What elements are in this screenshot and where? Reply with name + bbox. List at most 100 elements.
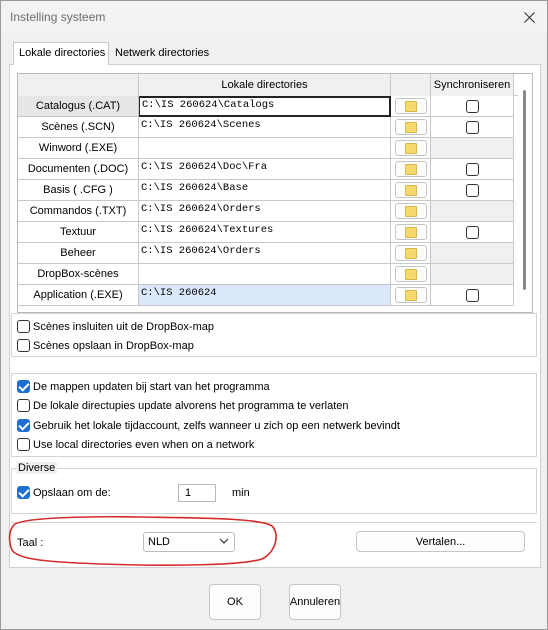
browse-folder-button[interactable]	[394, 266, 427, 282]
sync-checkbox[interactable]	[465, 225, 479, 239]
browse-folder-button[interactable]	[394, 140, 427, 156]
row-label[interactable]: Basis ( .CFG )	[18, 180, 139, 201]
sync-checkbox[interactable]	[465, 183, 479, 197]
ok-button[interactable]: OK	[209, 584, 261, 620]
row-path-input[interactable]: C:\IS 260624\Orders	[139, 243, 391, 264]
close-icon	[523, 11, 535, 23]
language-label: Taal :	[17, 537, 44, 549]
browse-folder-button[interactable]	[394, 224, 427, 240]
header-path-col: Lokale directories	[139, 74, 391, 96]
row-label[interactable]: Commandos (.TXT)	[18, 201, 139, 222]
grid-row: Beheer C:\IS 260624\Orders	[18, 243, 518, 264]
row-label[interactable]: Beheer	[18, 243, 139, 264]
row-path-input[interactable]: C:\IS 260624\Doc\Fra	[139, 159, 391, 180]
dropbox-save-checkbox[interactable]	[17, 339, 30, 352]
autosave-checkbox[interactable]	[17, 486, 30, 499]
update-on-start-label: De mappen updaten bij start van het prog…	[33, 380, 270, 393]
sync-checkbox[interactable]	[465, 162, 479, 176]
sync-cell-empty	[431, 138, 514, 159]
use-local-dirs-label: Use local directories even when on a net…	[33, 438, 255, 451]
grid-row: Textuur C:\IS 260624\Textures	[18, 222, 518, 243]
folder-icon	[404, 121, 417, 133]
update-on-exit-checkbox[interactable]	[17, 399, 30, 412]
browse-folder-button[interactable]	[394, 245, 427, 261]
folder-icon	[404, 184, 417, 196]
diverse-group-label: Diverse	[16, 462, 58, 474]
folder-icon	[404, 247, 417, 259]
folder-icon	[404, 205, 417, 217]
grid-scrollbar[interactable]	[518, 74, 532, 312]
row-label[interactable]: Winword (.EXE)	[18, 138, 139, 159]
sync-checkbox[interactable]	[465, 288, 479, 302]
dropbox-include-checkbox[interactable]	[17, 320, 30, 333]
browse-folder-button[interactable]	[394, 203, 427, 219]
row-path-input[interactable]	[139, 264, 391, 285]
grid-row: Basis ( .CFG ) C:\IS 260624\Base	[18, 180, 518, 201]
row-label[interactable]: Scènes (.SCN)	[18, 117, 139, 138]
scrollbar-thumb[interactable]	[523, 90, 526, 290]
grid-row: Catalogus (.CAT) C:\IS 260624\Catalogs	[18, 96, 518, 117]
sync-cell-empty	[431, 243, 514, 264]
local-time-account-checkbox[interactable]	[17, 419, 30, 432]
tab-netwerk-directories[interactable]: Netwerk directories	[109, 42, 223, 64]
row-path-input[interactable]: C:\IS 260624\Base	[139, 180, 391, 201]
sync-checkbox[interactable]	[465, 99, 479, 113]
header-sync-col: Synchroniseren	[431, 74, 514, 96]
row-label[interactable]: Documenten (.DOC)	[18, 159, 139, 180]
update-on-start-checkbox[interactable]	[17, 380, 30, 393]
folder-icon	[404, 163, 417, 175]
autosave-option[interactable]: Opslaan om de:	[17, 486, 111, 499]
sync-checkbox[interactable]	[465, 120, 479, 134]
browse-folder-button[interactable]	[394, 119, 427, 135]
translate-button[interactable]: Vertalen...	[356, 531, 525, 552]
update-on-exit-option[interactable]: De lokale directupies update alvorens he…	[17, 399, 349, 412]
folder-icon	[404, 268, 417, 280]
row-path-input[interactable]	[139, 138, 391, 159]
grid-row: Commandos (.TXT) C:\IS 260624\Orders	[18, 201, 518, 222]
cancel-button[interactable]: Annuleren	[289, 584, 341, 620]
sync-cell-empty	[431, 201, 514, 222]
row-label[interactable]: Catalogus (.CAT)	[18, 96, 139, 117]
use-local-dirs-option[interactable]: Use local directories even when on a net…	[17, 438, 254, 451]
row-path-input[interactable]: C:\IS 260624\Orders	[139, 201, 391, 222]
dropbox-save-option[interactable]: Scènes opslaan in DropBox-map	[17, 339, 194, 352]
language-select[interactable]: NLD	[143, 532, 235, 552]
grid-row: Scènes (.SCN) C:\IS 260624\Scenes	[18, 117, 518, 138]
window-title: Instelling systeem	[10, 10, 106, 24]
directory-grid: Lokale directories Synchroniseren Catalo…	[17, 73, 533, 313]
grid-row: DropBox-scènes	[18, 264, 518, 285]
row-label[interactable]: Textuur	[18, 222, 139, 243]
dropbox-include-option[interactable]: Scènes insluiten uit de DropBox-map	[17, 320, 214, 333]
grid-row: Documenten (.DOC) C:\IS 260624\Doc\Fra	[18, 159, 518, 180]
language-selected-value: NLD	[148, 536, 171, 548]
dropbox-include-label: Scènes insluiten uit de DropBox-map	[33, 320, 214, 333]
use-local-dirs-checkbox[interactable]	[17, 438, 30, 451]
close-button[interactable]	[515, 3, 543, 31]
autosave-minutes-input[interactable]: 1	[178, 484, 216, 502]
tab-lokale-directories[interactable]: Lokale directories	[13, 42, 109, 65]
header-label-col	[18, 74, 139, 96]
browse-folder-button[interactable]	[394, 98, 427, 114]
browse-folder-button[interactable]	[394, 287, 427, 303]
chevron-down-icon	[219, 536, 229, 549]
browse-folder-button[interactable]	[394, 161, 427, 177]
row-path-input[interactable]: C:\IS 260624\Catalogs	[139, 96, 391, 117]
browse-folder-button[interactable]	[394, 182, 427, 198]
row-label[interactable]: DropBox-scènes	[18, 264, 139, 285]
autosave-label: Opslaan om de:	[33, 486, 111, 499]
grid-header: Lokale directories Synchroniseren	[18, 74, 518, 96]
title-bar: Instelling systeem	[1, 1, 547, 33]
autosave-unit: min	[232, 487, 250, 499]
row-path-input[interactable]: C:\IS 260624\Scenes	[139, 117, 391, 138]
folder-icon	[404, 100, 417, 112]
folder-icon	[404, 142, 417, 154]
dropbox-save-label: Scènes opslaan in DropBox-map	[33, 339, 194, 352]
grid-row: Winword (.EXE)	[18, 138, 518, 159]
folder-icon	[404, 289, 417, 301]
header-folder-col	[391, 74, 431, 96]
local-time-account-option[interactable]: Gebruik het lokale tijdaccount, zelfs wa…	[17, 419, 400, 432]
row-path-input[interactable]: C:\IS 260624\Textures	[139, 222, 391, 243]
row-path-input[interactable]: C:\IS 260624	[139, 285, 391, 306]
update-on-start-option[interactable]: De mappen updaten bij start van het prog…	[17, 380, 270, 393]
row-label[interactable]: Application (.EXE)	[18, 285, 139, 306]
